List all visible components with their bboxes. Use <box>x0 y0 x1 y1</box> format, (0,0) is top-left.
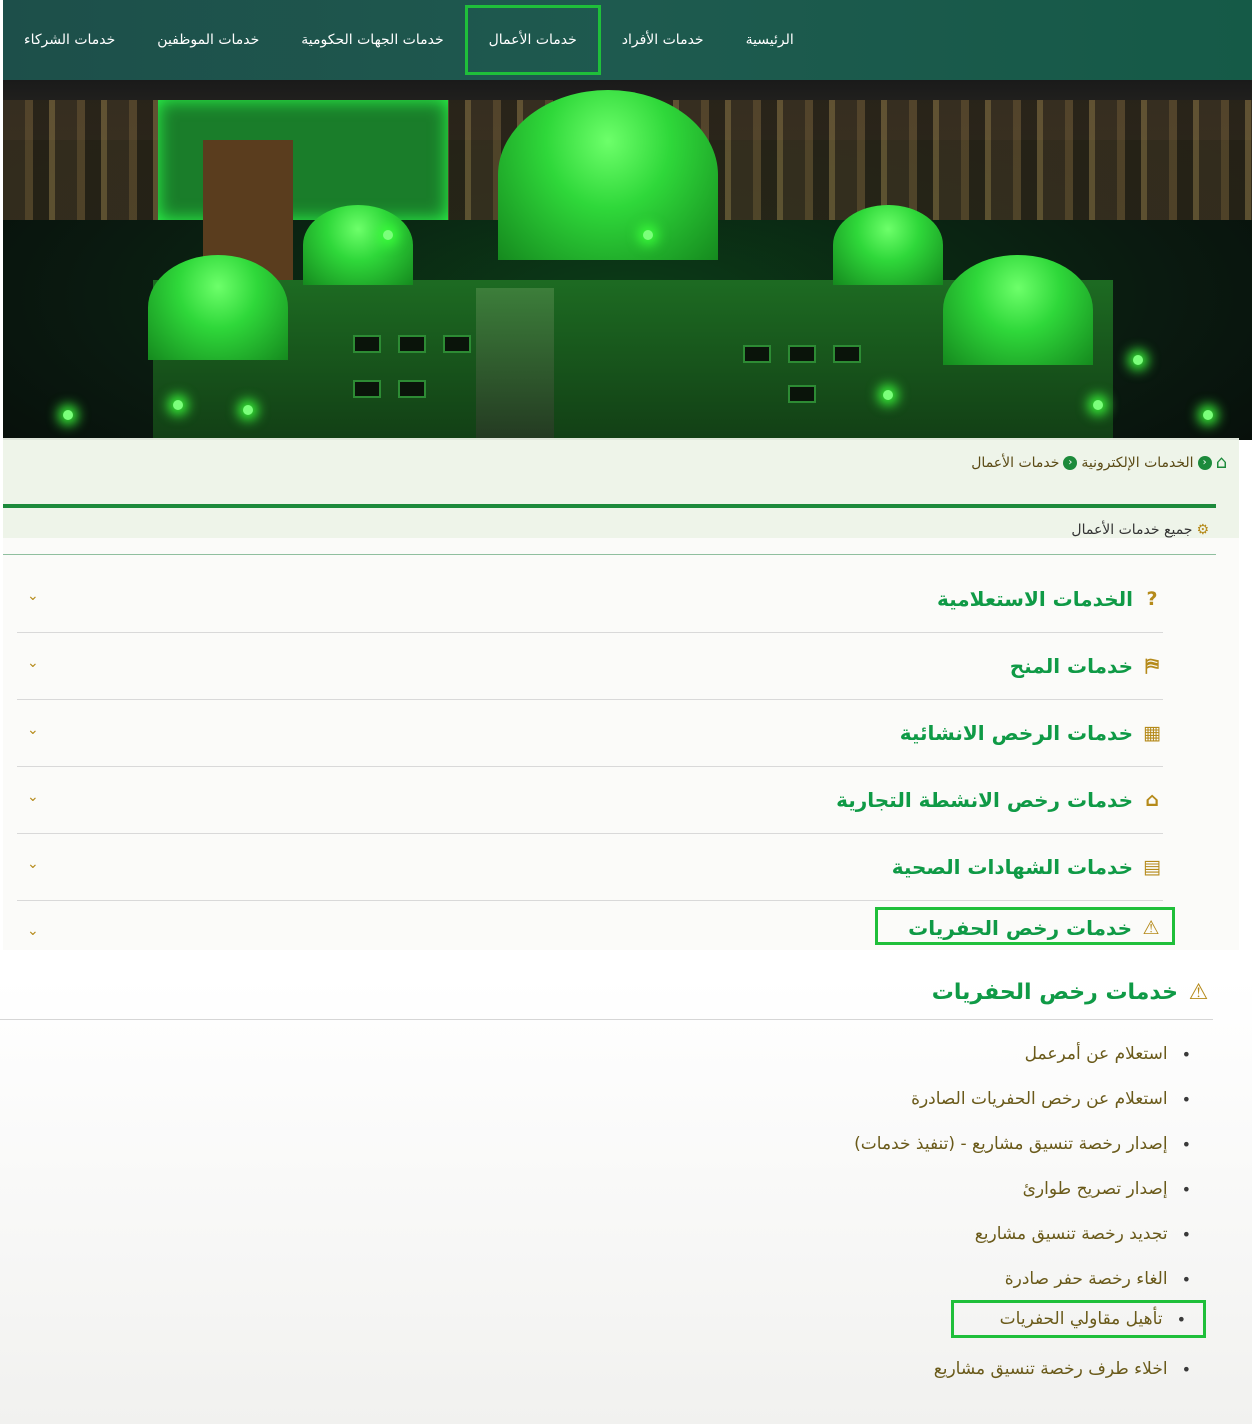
service-label: تجديد رخصة تنسيق مشاريع <box>974 1224 1168 1244</box>
hero-light <box>643 230 653 240</box>
hero-image <box>3 80 1252 440</box>
excavation-services-section: ⚠ خدمات رخص الحفريات • استعلام عن أمرعمل … <box>0 978 1252 1424</box>
service-link[interactable]: • اخلاء طرف رخصة تنسيق مشاريع <box>934 1359 1192 1379</box>
hero-dome <box>943 255 1093 365</box>
chevron-down-icon[interactable]: ⌄ <box>27 856 39 872</box>
hero-light <box>1133 355 1143 365</box>
cogs-icon: ⚙ <box>1196 522 1209 538</box>
service-link[interactable]: • إصدار تصريح طوارئ <box>1023 1179 1192 1199</box>
chevron-down-icon[interactable]: ⌄ <box>27 655 39 671</box>
hero-window <box>398 335 426 353</box>
nav-list: الرئيسية خدمات الأفراد خدمات الأعمال خدم… <box>3 5 815 75</box>
service-label: الغاء رخصة حفر صادرة <box>1004 1269 1168 1289</box>
hero-light <box>63 410 73 420</box>
chevron-down-icon[interactable]: ⌄ <box>27 923 39 939</box>
hero-dome <box>833 205 943 285</box>
chevron-down-icon[interactable]: ⌄ <box>27 789 39 805</box>
service-label: اخلاء طرف رخصة تنسيق مشاريع <box>933 1359 1168 1379</box>
nav-item-home[interactable]: الرئيسية <box>725 5 815 75</box>
hero-window <box>398 380 426 398</box>
store-icon: ⌂ <box>1145 789 1159 811</box>
service-link[interactable]: • إصدار رخصة تنسيق مشاريع - (تنفيذ خدمات) <box>854 1134 1192 1154</box>
accordion-label: خدمات رخص الحفريات <box>908 915 1132 940</box>
hero-building <box>158 100 448 220</box>
breadcrumb-business[interactable]: خدمات الأعمال <box>971 455 1059 471</box>
accordion-construction-licenses[interactable]: ▦ خدمات الرخص الانشائية ⌄ <box>17 700 1163 767</box>
services-panel: ⌂ ‹ الخدمات الإلكترونية ‹ خدمات الأعمال … <box>3 438 1239 950</box>
bullet-icon: • <box>1176 1309 1187 1329</box>
nav-item-partners[interactable]: خدمات الشركاء <box>3 5 136 75</box>
all-services-link[interactable]: ⚙ جميع خدمات الأعمال <box>1071 522 1209 538</box>
service-link-contractor-qualification[interactable]: • تأهيل مقاولي الحفريات <box>950 1300 1206 1338</box>
accordion-commercial-licenses[interactable]: ⌂ خدمات رخص الانشطة التجارية ⌄ <box>17 767 1163 834</box>
chevron-icon: ‹ <box>1063 455 1078 470</box>
accordion-label: خدمات الشهادات الصحية <box>891 855 1133 879</box>
bullet-icon: • <box>1181 1089 1192 1109</box>
hero-window <box>353 380 381 398</box>
service-link[interactable]: • استعلام عن رخص الحفريات الصادرة <box>911 1089 1192 1109</box>
hero-window <box>743 345 771 363</box>
divider <box>0 1019 1213 1020</box>
hero-dome <box>303 205 413 285</box>
service-link[interactable]: • تجديد رخصة تنسيق مشاريع <box>975 1224 1192 1244</box>
service-label: استعلام عن رخص الحفريات الصادرة <box>911 1089 1168 1109</box>
nav-item-business[interactable]: خدمات الأعمال <box>464 5 601 75</box>
nav-item-individuals[interactable]: خدمات الأفراد <box>601 5 725 75</box>
hero-window <box>353 335 381 353</box>
accordion-health-certificates[interactable]: ▤ خدمات الشهادات الصحية ⌄ <box>17 834 1163 901</box>
breadcrumb-eservices[interactable]: الخدمات الإلكترونية <box>1081 455 1193 471</box>
home-icon[interactable]: ⌂ <box>1216 452 1227 473</box>
bullet-icon: • <box>1181 1134 1192 1154</box>
hero-window <box>833 345 861 363</box>
hero-light <box>173 400 183 410</box>
service-link[interactable]: • استعلام عن أمرعمل <box>1025 1044 1192 1064</box>
hero-light <box>383 230 393 240</box>
building-icon: ▦ <box>1143 722 1161 744</box>
hero-window <box>788 385 816 403</box>
id-card-icon: ▤ <box>1143 856 1161 878</box>
hero-light <box>1203 410 1213 420</box>
hero-window <box>788 345 816 363</box>
chevron-icon: ‹ <box>1197 455 1212 470</box>
accordion-label: خدمات رخص الانشطة التجارية <box>836 788 1133 812</box>
chevron-down-icon[interactable]: ⌄ <box>27 588 39 604</box>
hero-light <box>1093 400 1103 410</box>
bullet-icon: • <box>1181 1179 1192 1199</box>
all-services-label: جميع خدمات الأعمال <box>1071 522 1193 538</box>
service-label: تأهيل مقاولي الحفريات <box>999 1309 1163 1329</box>
chevron-down-icon[interactable]: ⌄ <box>27 722 39 738</box>
service-label: إصدار تصريح طوارئ <box>1022 1179 1168 1199</box>
accordion-label: خدمات المنح <box>1009 654 1133 678</box>
accordion-excavation-licenses[interactable]: ⚠ خدمات رخص الحفريات ⌄ <box>17 901 1175 950</box>
nav-item-government[interactable]: خدمات الجهات الحكومية <box>280 5 464 75</box>
service-link[interactable]: • الغاء رخصة حفر صادرة <box>1005 1269 1192 1289</box>
question-icon: ? <box>1146 588 1158 610</box>
accordion-label: خدمات الرخص الانشائية <box>899 721 1133 745</box>
bullet-icon: • <box>1181 1044 1192 1064</box>
bullet-icon: • <box>1181 1269 1192 1289</box>
accordion-label: الخدمات الاستعلامية <box>936 587 1133 611</box>
accordion-grants[interactable]: ⛿ خدمات المنح ⌄ <box>17 633 1163 700</box>
breadcrumb: ⌂ ‹ الخدمات الإلكترونية ‹ خدمات الأعمال <box>971 452 1227 473</box>
warning-icon: ⚠ <box>1188 980 1210 1005</box>
bullet-icon: • <box>1181 1224 1192 1244</box>
hero-banner <box>476 288 554 438</box>
bullet-icon: • <box>1181 1359 1192 1379</box>
hero-light <box>883 390 893 400</box>
top-navigation: الرئيسية خدمات الأفراد خدمات الأعمال خدم… <box>3 0 1252 80</box>
service-label: استعلام عن أمرعمل <box>1024 1044 1168 1064</box>
nav-item-employees[interactable]: خدمات الموظفين <box>136 5 280 75</box>
service-label: إصدار رخصة تنسيق مشاريع - (تنفيذ خدمات) <box>854 1134 1168 1154</box>
section-title: ⚠ خدمات رخص الحفريات <box>932 980 1210 1005</box>
map-icon: ⛿ <box>1145 655 1159 677</box>
accordion-inquiry[interactable]: ? الخدمات الاستعلامية ⌄ <box>17 566 1163 633</box>
hero-dome <box>148 255 288 360</box>
divider <box>3 554 1216 555</box>
divider <box>3 504 1216 508</box>
hero-window <box>443 335 471 353</box>
hero-light <box>243 405 253 415</box>
section-title-label: خدمات رخص الحفريات <box>931 980 1178 1005</box>
warning-icon: ⚠ <box>1142 916 1160 939</box>
hero-dome-main <box>498 90 718 260</box>
